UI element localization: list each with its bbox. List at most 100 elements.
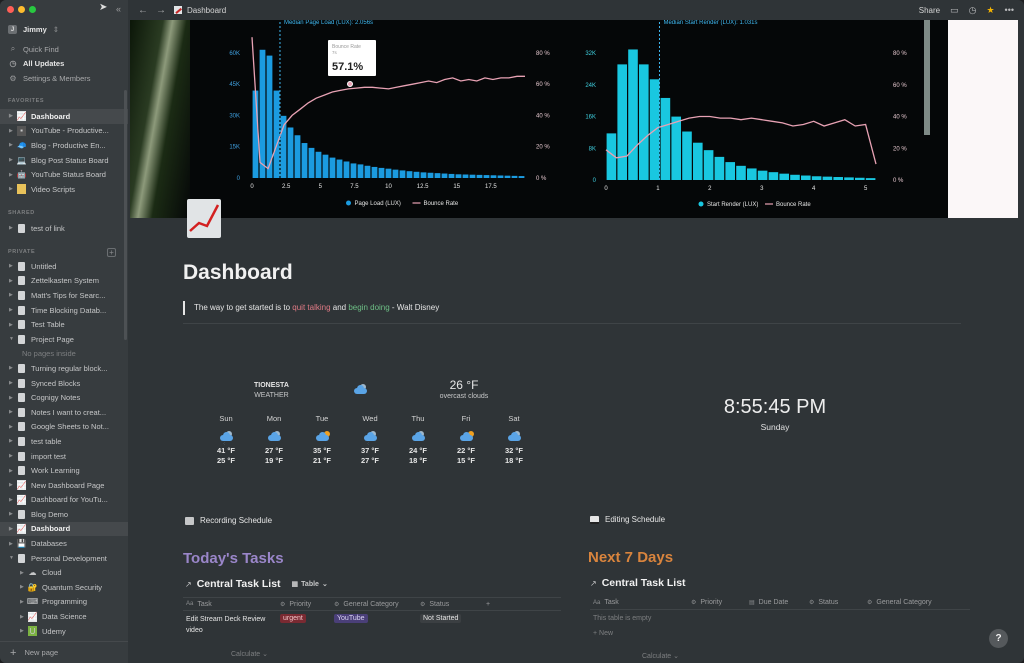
- table-row[interactable]: Edit Stream Deck Review video urgent You…: [183, 611, 561, 639]
- zoom-window-button[interactable]: [29, 6, 36, 13]
- sidebar-item[interactable]: ▶ 💻 Blog Post Status Board: [0, 153, 128, 168]
- sidebar-item[interactable]: ▼ Project Page: [0, 332, 128, 347]
- page-title[interactable]: Dashboard: [183, 261, 293, 285]
- recording-schedule-link[interactable]: Recording Schedule: [185, 516, 272, 525]
- sidebar-item[interactable]: ▶ Cognigy Notes: [0, 390, 128, 405]
- expand-right-icon[interactable]: ▶: [9, 322, 17, 328]
- sidebar-item[interactable]: ▶ Synced Blocks: [0, 376, 128, 391]
- nav-settings[interactable]: ⚙ Settings & Members: [0, 71, 128, 86]
- table-header: Aa Task ⚙ Priority ▤ Due Date ⚙ Status ⚙ Gene…: [590, 596, 970, 610]
- expand-right-icon[interactable]: ▶: [9, 424, 17, 430]
- collapse-sidebar-icon[interactable]: «: [116, 4, 121, 14]
- priority-tag[interactable]: urgent: [280, 614, 306, 623]
- close-window-button[interactable]: [7, 6, 14, 13]
- sidebar-item[interactable]: ▶ Google Sheets to Not...: [0, 420, 128, 435]
- expand-right-icon[interactable]: ▶: [9, 307, 17, 313]
- col-task[interactable]: Aa Task: [590, 596, 688, 609]
- sidebar-item[interactable]: ▶ 💾 Databases: [0, 536, 128, 551]
- expand-right-icon[interactable]: ▶: [9, 511, 17, 517]
- sidebar-item[interactable]: ▶ import test: [0, 449, 128, 464]
- today-db-title[interactable]: ↗ Central Task List ▦ Table ⌄: [185, 578, 328, 590]
- sidebar-item[interactable]: ▶ 📈 Dashboard: [0, 521, 128, 537]
- help-button[interactable]: ?: [989, 629, 1008, 648]
- expand-right-icon[interactable]: ▶: [9, 438, 17, 444]
- sidebar-item[interactable]: ▶ Notes I want to creat...: [0, 405, 128, 420]
- expand-right-icon[interactable]: ▶: [9, 395, 17, 401]
- breadcrumb[interactable]: Dashboard: [174, 6, 226, 15]
- nav-all-updates[interactable]: ◷ All Updates: [0, 57, 128, 72]
- col-due-date[interactable]: ▤ Due Date: [746, 596, 806, 609]
- add-column-button[interactable]: +: [483, 598, 503, 610]
- sidebar-scrollbar[interactable]: [124, 90, 127, 340]
- sidebar-item[interactable]: ▶ 📈 Data Science: [0, 609, 128, 624]
- sidebar-item[interactable]: ▶ Zettelkasten System: [0, 274, 128, 289]
- sidebar-item[interactable]: ▶ ⌨ Programming: [0, 595, 128, 610]
- editing-schedule-link[interactable]: Editing Schedule: [590, 515, 665, 524]
- sidebar-item[interactable]: ▼ Personal Development: [0, 551, 128, 566]
- expand-right-icon[interactable]: ▶: [9, 365, 17, 371]
- comment-icon[interactable]: ▭: [950, 5, 959, 16]
- sidebar-item[interactable]: ▶ Video Scripts: [0, 182, 128, 197]
- view-selector[interactable]: ▦ Table ⌄: [292, 580, 328, 589]
- expand-right-icon[interactable]: ▶: [9, 380, 17, 386]
- add-private-page-button[interactable]: +: [107, 248, 116, 257]
- forward-arrow-icon[interactable]: →: [156, 5, 166, 16]
- task-cell[interactable]: Edit Stream Deck Review video: [183, 611, 277, 639]
- col-category[interactable]: ⚙ General Category: [864, 596, 964, 609]
- status-tag[interactable]: Not Started: [420, 614, 462, 623]
- expand-right-icon[interactable]: ▶: [9, 186, 17, 192]
- expand-right-icon[interactable]: ▶: [9, 263, 17, 269]
- expand-right-icon[interactable]: ▶: [20, 570, 28, 576]
- sidebar-item[interactable]: ▶ Blog Demo: [0, 507, 128, 522]
- sidebar-item[interactable]: ▶ test table: [0, 434, 128, 449]
- expand-right-icon[interactable]: ▶: [9, 409, 17, 415]
- today-calculate-button[interactable]: Calculate ⌄: [231, 650, 268, 658]
- expand-right-icon[interactable]: ▶: [9, 128, 17, 134]
- sidebar-item[interactable]: ▶ 📈 New Dashboard Page: [0, 478, 128, 493]
- col-status[interactable]: ⚙ Status: [806, 596, 864, 609]
- sidebar-item[interactable]: ▶ 🧢 Blog - Productive En...: [0, 138, 128, 153]
- sidebar-item[interactable]: ▶ Turning regular block...: [0, 361, 128, 376]
- minimize-window-button[interactable]: [18, 6, 25, 13]
- favorite-star-icon[interactable]: ★: [986, 5, 994, 16]
- sidebar-item[interactable]: ▶ 🔐 Quantum Security: [0, 580, 128, 595]
- quote-block[interactable]: The way to get started is to quit talkin…: [183, 301, 439, 315]
- page-chart-icon[interactable]: [187, 199, 221, 238]
- col-status[interactable]: ⚙ Status: [417, 598, 483, 610]
- back-arrow-icon[interactable]: ←: [138, 5, 148, 16]
- sidebar-item[interactable]: ▶ U Udemy: [0, 624, 128, 639]
- sidebar-item[interactable]: ▶ test of link: [0, 221, 128, 236]
- sidebar-item[interactable]: ▶ Untitled: [0, 259, 128, 274]
- col-task[interactable]: Aa Task: [183, 598, 277, 610]
- sidebar-item[interactable]: ▶ 🤖 YouTube Status Board: [0, 167, 128, 182]
- sidebar-item[interactable]: ▶ ▪ YouTube - Productive...: [0, 124, 128, 139]
- col-priority[interactable]: ⚙ Priority: [688, 596, 746, 609]
- sidebar-item[interactable]: ▶ Matt's Tips for Searc...: [0, 288, 128, 303]
- next7-db-title[interactable]: ↗ Central Task List: [590, 577, 686, 589]
- sidebar-item[interactable]: ▶ Time Blocking Datab...: [0, 303, 128, 318]
- workspace-switcher[interactable]: J Jimmy ⇕: [8, 25, 59, 34]
- sidebar-item[interactable]: ▶ ☁ Cloud: [0, 565, 128, 580]
- col-category[interactable]: ⚙ General Category: [331, 598, 417, 610]
- share-button[interactable]: Share: [919, 6, 940, 15]
- next7-calculate-button[interactable]: Calculate ⌄: [642, 652, 679, 660]
- expand-right-icon[interactable]: ▶: [9, 278, 17, 284]
- expand-right-icon[interactable]: ▶: [9, 468, 17, 474]
- new-page-button[interactable]: + New page: [0, 641, 128, 663]
- new-row-button[interactable]: + New: [590, 627, 970, 640]
- sidebar-item[interactable]: ▶ Test Table: [0, 317, 128, 332]
- expand-right-icon[interactable]: ▶: [9, 225, 17, 231]
- expand-right-icon[interactable]: ▶: [9, 453, 17, 459]
- sidebar-item[interactable]: ▶ 📈 Dashboard for YouTu...: [0, 493, 128, 508]
- col-priority[interactable]: ⚙ Priority: [277, 598, 331, 610]
- expand-right-icon[interactable]: ▶: [20, 628, 28, 634]
- expand-right-icon[interactable]: ▶: [9, 292, 17, 298]
- nav-quick-find[interactable]: ⌕ Quick Find: [0, 42, 128, 57]
- sidebar-item[interactable]: ▶ 📈 Dashboard: [0, 109, 128, 124]
- category-tag[interactable]: YouTube: [334, 614, 368, 623]
- expand-down-icon[interactable]: ▼: [9, 555, 17, 561]
- history-icon[interactable]: ◷: [969, 5, 977, 16]
- sidebar-item[interactable]: ▶ Work Learning: [0, 463, 128, 478]
- expand-down-icon[interactable]: ▼: [9, 336, 17, 342]
- more-options-icon[interactable]: •••: [1005, 5, 1014, 15]
